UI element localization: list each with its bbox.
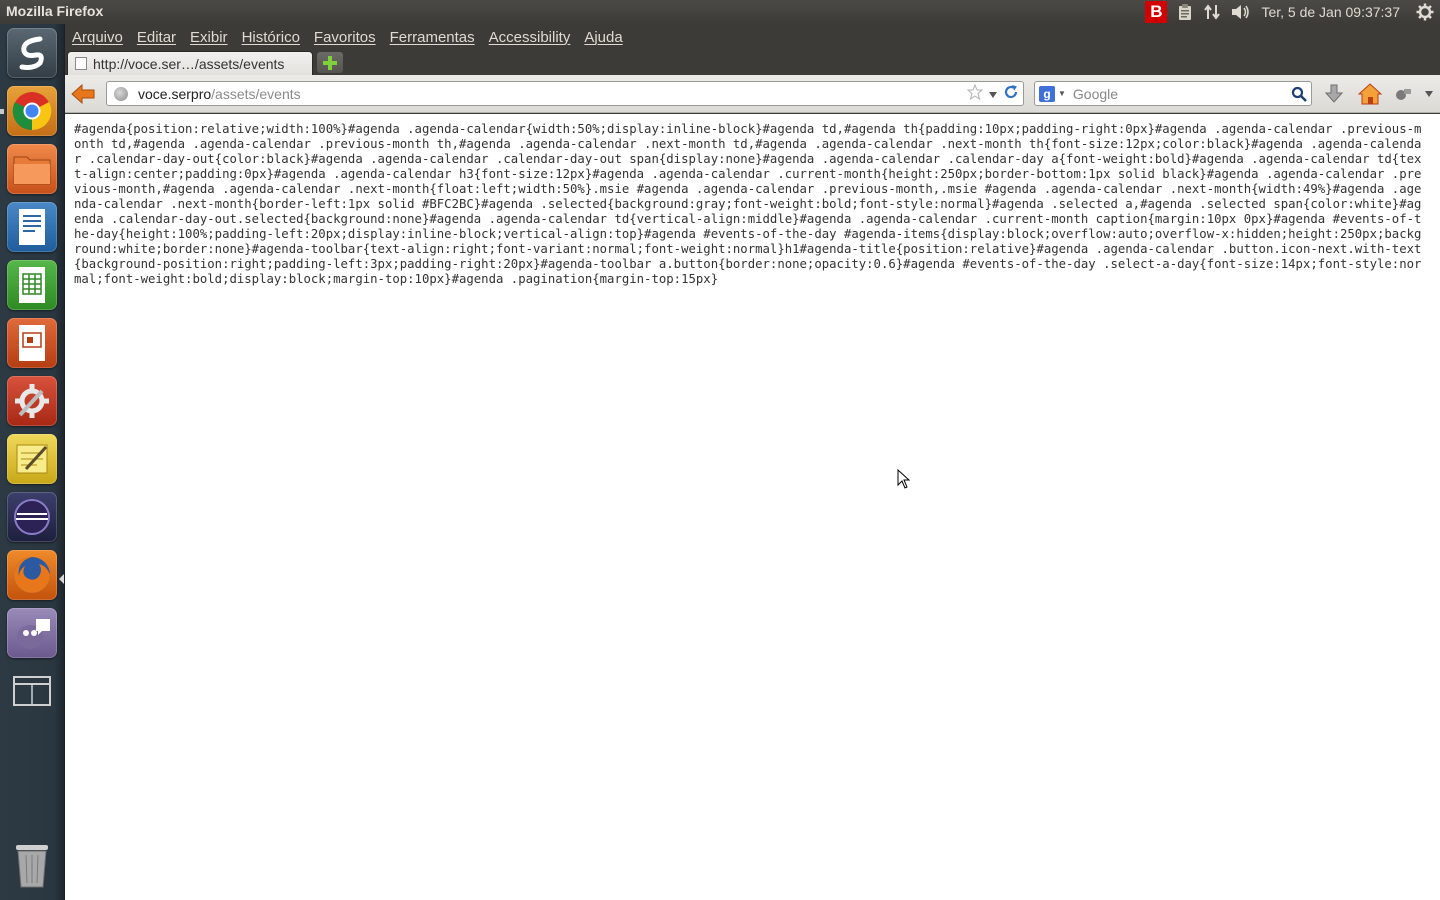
writer-icon[interactable] bbox=[7, 202, 57, 252]
text-editor-icon[interactable] bbox=[7, 434, 57, 484]
url-history-dropdown-icon[interactable] bbox=[989, 85, 997, 103]
mouse-pointer-icon bbox=[897, 468, 911, 494]
url-path: /assets/events bbox=[211, 85, 301, 102]
volume-icon[interactable] bbox=[1231, 0, 1251, 24]
menu-favoritos[interactable]: Favoritos bbox=[314, 29, 376, 46]
menu-arquivo[interactable]: Arquivo bbox=[72, 29, 123, 46]
eclipse-icon[interactable] bbox=[7, 492, 57, 542]
indicator-area: B Ter, 5 de Jan 09:37:37 bbox=[1145, 0, 1440, 24]
search-icon[interactable] bbox=[1289, 84, 1309, 104]
network-icon[interactable] bbox=[1203, 0, 1221, 24]
engine-dropdown-icon[interactable]: ▼ bbox=[1058, 89, 1066, 98]
launcher bbox=[0, 24, 65, 900]
site-identity-icon[interactable] bbox=[114, 86, 128, 101]
downloads-icon[interactable] bbox=[1322, 82, 1346, 106]
search-placeholder: Google bbox=[1072, 85, 1119, 102]
trash-icon[interactable] bbox=[7, 840, 57, 890]
pidgin-icon[interactable] bbox=[7, 608, 57, 658]
back-button[interactable] bbox=[70, 82, 96, 106]
dash-home-icon[interactable] bbox=[7, 28, 57, 78]
menu-editar[interactable]: Editar bbox=[137, 29, 176, 46]
menu-exibir[interactable]: Exibir bbox=[190, 29, 228, 46]
menu-ajuda[interactable]: Ajuda bbox=[584, 29, 622, 46]
system-settings-icon[interactable] bbox=[7, 376, 57, 426]
new-tab-button[interactable] bbox=[317, 52, 343, 73]
menu-ferramentas[interactable]: Ferramentas bbox=[390, 29, 475, 46]
stylesheet-source-text: #agenda{position:relative;width:100%}#ag… bbox=[74, 122, 1422, 286]
firefox-icon[interactable] bbox=[7, 550, 57, 600]
top-panel: Mozilla Firefox B Ter, 5 de Jan 09:37:37 bbox=[0, 0, 1440, 24]
menu-historico[interactable]: Histórico bbox=[242, 29, 300, 46]
addon-icon[interactable] bbox=[1391, 82, 1415, 106]
reload-icon[interactable] bbox=[1003, 84, 1019, 105]
chromium-icon[interactable] bbox=[7, 86, 57, 136]
home-icon[interactable] bbox=[1357, 82, 1383, 106]
launcher-indicator bbox=[0, 109, 4, 114]
url-host: voce.serpro bbox=[138, 85, 212, 102]
menu-bar: Arquivo Editar Exibir Histórico Favorito… bbox=[65, 24, 1440, 50]
window-title: Mozilla Firefox bbox=[6, 3, 104, 19]
menu-accessibility[interactable]: Accessibility bbox=[489, 29, 571, 46]
file-manager-icon[interactable] bbox=[7, 144, 57, 194]
bookmark-star-icon[interactable] bbox=[966, 83, 984, 105]
impress-icon[interactable] bbox=[7, 318, 57, 368]
back-arrow-icon bbox=[71, 84, 95, 104]
url-bar[interactable]: voce.serpro/assets/events bbox=[106, 81, 1024, 106]
power-gear-icon[interactable] bbox=[1416, 0, 1434, 24]
plus-icon bbox=[323, 55, 337, 70]
clipboard-icon[interactable] bbox=[1177, 0, 1193, 24]
search-engine-icon[interactable]: g bbox=[1039, 85, 1055, 102]
page-content: #agenda{position:relative;width:100%}#ag… bbox=[65, 114, 1440, 900]
b-indicator-icon[interactable]: B bbox=[1145, 1, 1168, 23]
calc-icon[interactable] bbox=[7, 260, 57, 310]
toolbar-menu-dropdown-icon[interactable] bbox=[1421, 82, 1437, 106]
tab-title: http://voce.ser…/assets/events bbox=[93, 55, 285, 72]
clock[interactable]: Ter, 5 de Jan 09:37:37 bbox=[1261, 0, 1400, 24]
workspace-switcher-icon[interactable] bbox=[7, 666, 57, 716]
search-bar[interactable]: g ▼ Google bbox=[1034, 81, 1312, 106]
tab-events[interactable]: http://voce.ser…/assets/events bbox=[67, 51, 313, 75]
navigation-toolbar: voce.serpro/assets/events g ▼ Google bbox=[65, 75, 1440, 113]
tab-bar: http://voce.ser…/assets/events bbox=[65, 50, 1440, 75]
launcher-active-arrow bbox=[59, 574, 64, 584]
page-favicon-icon bbox=[75, 57, 87, 70]
